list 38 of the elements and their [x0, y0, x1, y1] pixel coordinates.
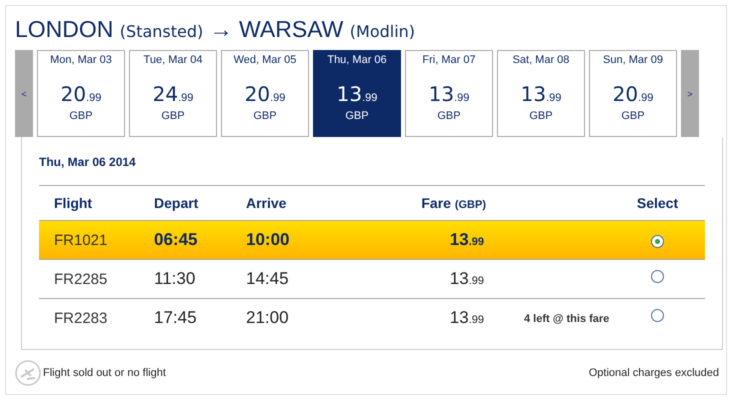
date-tab[interactable]: Wed, Mar 05 20.99 GBP — [221, 50, 309, 137]
flight-row[interactable]: FR1021 06:45 10:00 13.99 — [39, 220, 705, 259]
arrive-time: 14:45 — [246, 269, 290, 289]
flight-number: FR2285 — [53, 270, 108, 288]
previous-week-button[interactable]: < — [15, 50, 33, 137]
seats-left-note: 4 left @ this fare — [524, 313, 610, 325]
column-header: Depart — [154, 195, 200, 211]
column-header: Flight — [53, 195, 94, 211]
arrive-time: 10:00 — [246, 230, 290, 250]
flight-number: FR1021 — [53, 232, 108, 248]
depart-time: 11:30 — [154, 269, 196, 289]
date-tab[interactable]: Thu, Mar 06 13.99 GBP — [313, 50, 401, 137]
date-tab[interactable]: Fri, Mar 07 13.99 GBP — [405, 50, 493, 137]
select-radio[interactable] — [651, 235, 664, 248]
footnote: Optional charges excluded — [588, 367, 719, 379]
legend-text: Flight sold out or no flight — [43, 367, 167, 379]
next-week-button[interactable]: > — [681, 50, 699, 137]
route-title: LONDON (Stansted) → WARSAW (Modlin) — [15, 15, 416, 44]
fare-price: 13.99 — [448, 269, 485, 289]
fare-price: 13.99 — [448, 308, 485, 328]
arrive-time: 21:00 — [246, 308, 290, 328]
no-flight-icon — [15, 360, 41, 386]
column-header: Fare (GBP) — [420, 195, 486, 211]
flight-row[interactable]: FR2285 11:30 14:45 13.99 — [39, 259, 705, 298]
flight-row[interactable]: FR2283 17:45 21:00 13.99 4 left @ this fare — [39, 298, 705, 337]
date-tab[interactable]: Mon, Mar 03 20.99 GBP — [37, 50, 125, 137]
date-tab[interactable]: Sun, Mar 09 20.99 GBP — [589, 50, 677, 137]
fare-price: 13.99 — [448, 230, 485, 250]
select-radio[interactable] — [651, 270, 664, 283]
select-radio[interactable] — [651, 309, 664, 322]
date-tab[interactable]: Tue, Mar 04 24.99 GBP — [129, 50, 217, 137]
depart-time: 17:45 — [154, 308, 198, 328]
depart-time: 06:45 — [154, 230, 198, 250]
column-header: Select — [636, 195, 680, 211]
selected-date: Thu, Mar 06 2014 — [39, 155, 137, 171]
date-tab[interactable]: Sat, Mar 08 13.99 GBP — [497, 50, 585, 137]
column-header: Arrive — [246, 195, 288, 211]
flight-number: FR2283 — [53, 310, 108, 326]
